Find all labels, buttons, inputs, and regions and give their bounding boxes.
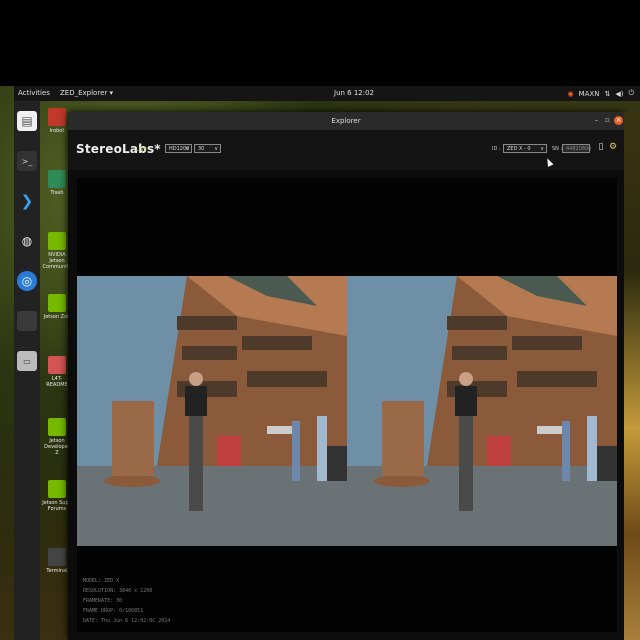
desktop-icon-label: Trash (50, 190, 64, 196)
sn-label: SN : (552, 146, 563, 152)
chevron-down-icon: ∨ (214, 146, 218, 152)
terminal-icon[interactable]: >_ (17, 151, 37, 171)
chevron-down-icon: ∨ (540, 146, 544, 152)
activities-button[interactable]: Activities (18, 89, 50, 97)
irobot-icon (48, 108, 66, 126)
obs-icon[interactable]: ◍ (17, 231, 37, 251)
id-label: ID : (492, 146, 501, 152)
nvidia-icon (48, 480, 66, 498)
close-button[interactable]: × (614, 116, 623, 125)
dock: ▤ >_ ❯ ◍ ◎ ▭ (14, 101, 40, 640)
left-camera-image (77, 276, 347, 546)
explorer-window: Explorer – ▫ × StereoLabs* LIVE HD1200 ∨… (68, 112, 624, 640)
info-framerate: FRAMERATE: 30 (83, 598, 123, 604)
app-menu-button[interactable]: ZED_Explorer ▾ (60, 89, 113, 97)
stereo-viewport (77, 276, 617, 546)
system-top-bar: Activities ZED_Explorer ▾ Jun 6 12:02 ◉ … (14, 86, 640, 101)
maximize-button[interactable]: ▫ (603, 116, 612, 125)
trash-icon (48, 170, 66, 188)
black-border-top (0, 0, 640, 86)
nvidia-icon (48, 294, 66, 312)
camera-info-overlay: MODEL: ZED X RESOLUTION: 3840 x 1200 FRA… (83, 576, 170, 626)
folder-icon (48, 356, 66, 374)
vscode-icon[interactable]: ❯ (17, 191, 37, 211)
app-icon[interactable] (17, 311, 37, 331)
terminal-icon (48, 548, 66, 566)
desktop-wallpaper-edge (624, 112, 640, 640)
network-icon[interactable]: ⇅ (604, 90, 610, 98)
fps-select-value: 30 (198, 146, 205, 152)
info-frame-drop: FRAME DROP: 0/106851 (83, 608, 144, 614)
volume-icon[interactable]: ◀) (615, 90, 623, 98)
fps-select[interactable]: 30 ∨ (194, 144, 221, 153)
desktop-icon-label: L4T-README (46, 376, 68, 388)
nvidia-icon (48, 418, 66, 436)
video-display-area: MODEL: ZED X RESOLUTION: 3840 x 1200 FRA… (77, 178, 617, 632)
desktop-icon-label: Jetson Zoo (43, 314, 71, 320)
settings-gear-icon[interactable]: ⚙ (608, 142, 618, 154)
desktop-icon-label: Irobot (49, 128, 65, 134)
record-icon[interactable]: ▯ (596, 142, 606, 154)
camera-id-select[interactable]: ZED X - 0 ∨ (503, 144, 547, 153)
files-icon[interactable]: ▤ (17, 111, 37, 131)
camera-id-select-value: ZED X - 0 (507, 146, 531, 152)
info-date: DATE: Thu Jun 6 12:02:0C 2024 (83, 618, 171, 624)
desktop-icon-label: Terminal (46, 568, 68, 574)
live-badge: LIVE (136, 147, 147, 153)
drive-icon[interactable]: ▭ (17, 351, 37, 371)
chevron-down-icon: ∨ (185, 146, 189, 152)
resolution-select[interactable]: HD1200 ∨ (165, 144, 192, 153)
info-model: MODEL: ZED X (83, 578, 120, 584)
window-titlebar[interactable]: Explorer – ▫ × (68, 112, 624, 130)
minimize-button[interactable]: – (592, 116, 601, 125)
info-resolution: RESOLUTION: 3840 x 1200 (83, 588, 153, 594)
power-mode-label[interactable]: MAXN (579, 90, 600, 98)
power-icon[interactable]: ⏻ (628, 89, 634, 98)
window-title: Explorer (331, 117, 361, 125)
system-tray[interactable]: ◉ MAXN ⇅ ◀) ⏻ (567, 89, 634, 98)
nvidia-icon[interactable]: ◉ (567, 90, 573, 98)
app-toolbar: StereoLabs* LIVE HD1200 ∨ 30 ∨ ID : ZED … (68, 130, 624, 170)
clock[interactable]: Jun 6 12:02 (334, 89, 374, 97)
nvidia-icon (48, 232, 66, 250)
serial-number-field: 44820806 (562, 144, 591, 153)
chromium-icon[interactable]: ◎ (17, 271, 37, 291)
right-camera-image (347, 276, 617, 546)
desktop-icon-label: Jetson Developer Z (44, 438, 70, 456)
stereolabs-logo: StereoLabs* (76, 142, 161, 156)
